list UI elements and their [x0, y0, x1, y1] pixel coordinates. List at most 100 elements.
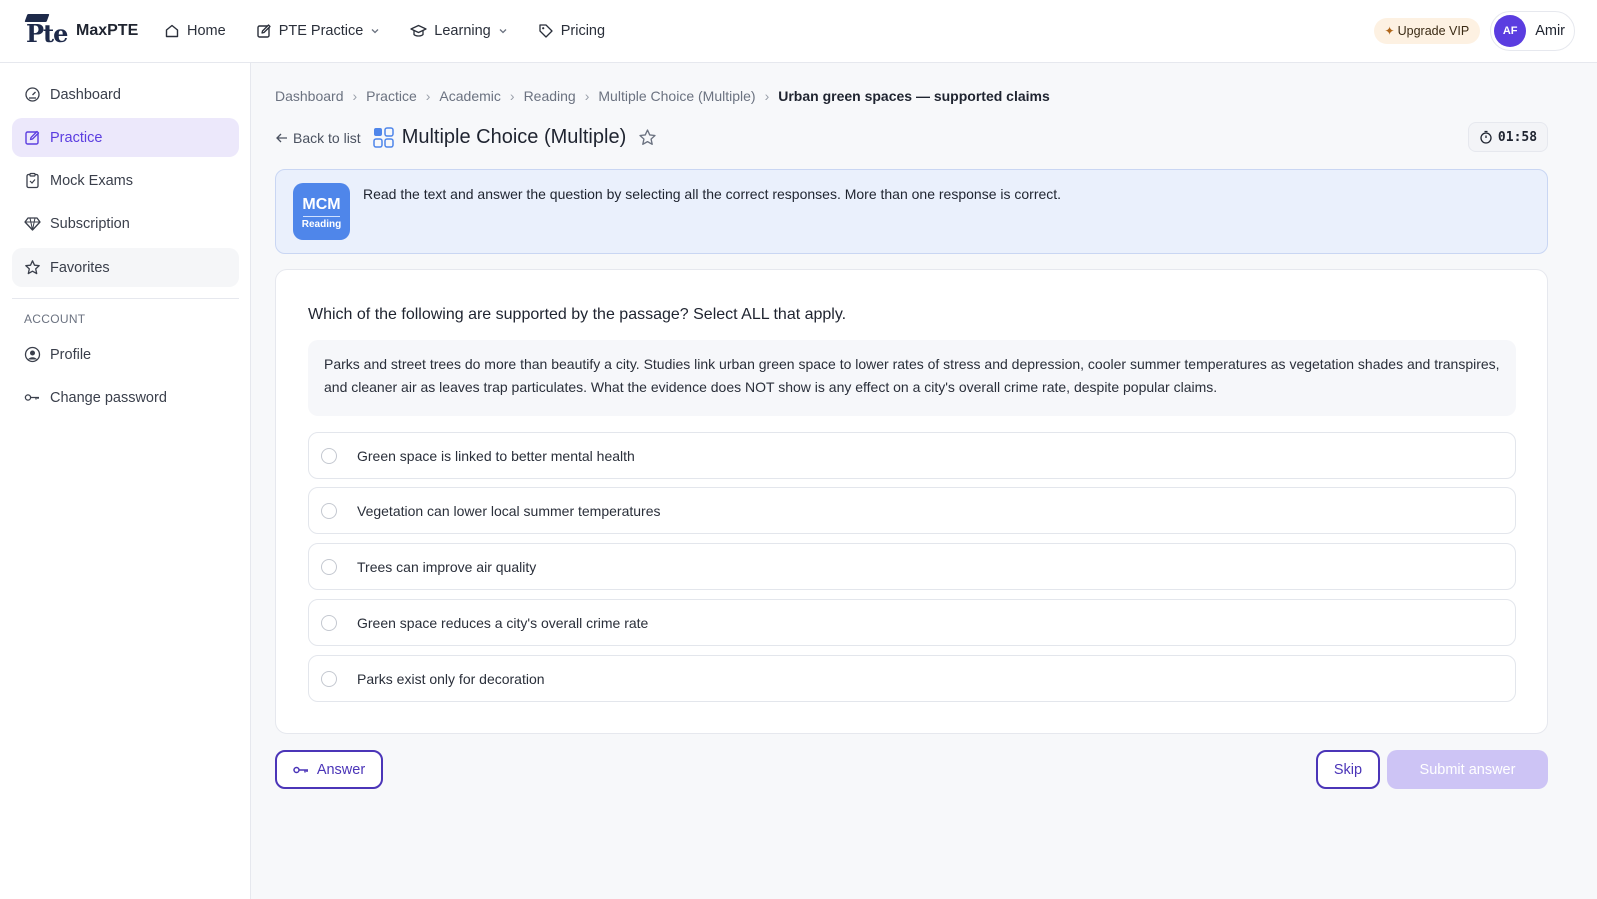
sidebar-item-subscription[interactable]: Subscription — [12, 204, 239, 243]
price-tag-icon — [539, 24, 553, 38]
option-item[interactable]: Parks exist only for decoration — [308, 655, 1516, 702]
sidebar-item-label: Favorites — [50, 259, 110, 276]
sidebar-item-dashboard[interactable]: Dashboard — [12, 75, 239, 114]
sidebar-item-mock-exams[interactable]: Mock Exams — [12, 161, 239, 200]
option-radio[interactable] — [321, 670, 337, 687]
chevron-right-icon: › — [764, 88, 770, 104]
breadcrumb-item[interactable]: Practice — [366, 88, 417, 104]
option-label: Parks exist only for decoration — [357, 670, 545, 687]
upgrade-vip-button[interactable]: ✦ Upgrade VIP — [1373, 18, 1481, 44]
sidebar: Dashboard Practice Mock Exams Subscripti… — [0, 63, 251, 899]
nav-pricing-label: Pricing — [560, 23, 606, 39]
badge-divider — [303, 216, 340, 217]
clipboard-icon — [26, 172, 39, 189]
nav-pricing[interactable]: Pricing — [538, 23, 605, 39]
dashboard-gauge-icon — [25, 87, 40, 102]
breadcrumb-item[interactable]: Academic — [439, 88, 500, 104]
option-label: Trees can improve air quality — [357, 558, 537, 575]
top-right-area: ✦ Upgrade VIP AF Amir — [1373, 11, 1575, 51]
breadcrumb-item[interactable]: Reading — [524, 88, 576, 104]
option-radio[interactable] — [321, 447, 337, 464]
sidebar-item-label: Subscription — [50, 215, 130, 232]
back-to-list-label: Back to list — [293, 129, 361, 146]
nav-learning[interactable]: Learning — [410, 23, 507, 39]
timer-value: 01:58 — [1497, 129, 1538, 145]
top-bar: Pte MaxPTE Home PTE Practice Learning Pr… — [0, 0, 1597, 63]
question-card: Which of the following are supported by … — [275, 269, 1548, 734]
key-icon — [24, 394, 39, 401]
answer-button[interactable]: Answer — [275, 750, 383, 789]
timer: 01:58 — [1468, 122, 1548, 152]
sparkle-icon: ✦ — [1384, 24, 1395, 38]
passage-text: Parks and street trees do more than beau… — [308, 340, 1516, 416]
nav-pte-practice[interactable]: PTE Practice — [256, 23, 381, 39]
user-menu[interactable]: AF Amir — [1490, 11, 1575, 51]
skip-button[interactable]: Skip — [1316, 750, 1380, 789]
logo-text: Pte — [26, 19, 68, 48]
submit-answer-button[interactable]: Submit answer — [1387, 750, 1548, 789]
option-label: Green space reduces a city's overall cri… — [357, 614, 649, 631]
chevron-right-icon: › — [509, 88, 515, 104]
option-item[interactable]: Trees can improve air quality — [308, 543, 1516, 590]
home-icon — [165, 24, 179, 38]
breadcrumb-item[interactable]: Dashboard — [275, 88, 344, 104]
graduation-cap-icon — [410, 24, 427, 37]
breadcrumb-item[interactable]: Multiple Choice (Multiple) — [598, 88, 755, 104]
back-to-list-link[interactable]: Back to list — [275, 130, 361, 146]
page-title: Multiple Choice (Multiple) — [401, 126, 627, 148]
chevron-right-icon: › — [584, 88, 590, 104]
option-radio[interactable] — [321, 558, 337, 575]
breadcrumb: Dashboard › Practice › Academic › Readin… — [275, 88, 1050, 104]
nav-home[interactable]: Home — [164, 23, 226, 39]
edit-square-icon — [25, 130, 40, 145]
option-item[interactable]: Vegetation can lower local summer temper… — [308, 487, 1516, 534]
badge-section: Reading — [301, 219, 342, 230]
favorite-star-icon[interactable] — [638, 128, 657, 147]
grid-squares-icon — [372, 127, 394, 148]
answer-button-label: Answer — [316, 761, 366, 778]
avatar: AF — [1494, 15, 1527, 47]
main-nav: Home PTE Practice Learning Pricing — [164, 23, 635, 39]
sidebar-item-label: Profile — [50, 346, 92, 363]
logo-mark: Pte — [24, 14, 70, 48]
instruction-text: Read the text and answer the question by… — [363, 186, 1062, 202]
upgrade-vip-label: Upgrade VIP — [1397, 24, 1470, 38]
nav-learning-label: Learning — [434, 23, 491, 39]
star-icon — [25, 260, 40, 275]
user-circle-icon — [24, 346, 41, 363]
sidebar-divider — [12, 298, 239, 299]
sidebar-item-practice[interactable]: Practice — [12, 118, 239, 157]
chevron-down-icon — [499, 29, 507, 34]
badge-type: MCM — [302, 196, 341, 213]
sidebar-item-label: Mock Exams — [50, 172, 133, 189]
breadcrumb-current: Urban green spaces — supported claims — [778, 88, 1050, 104]
question-type-badge: MCM Reading — [293, 183, 350, 240]
brand-name: MaxPTE — [76, 22, 139, 39]
question-prompt: Which of the following are supported by … — [308, 306, 847, 323]
title-row: Back to list Multiple Choice (Multiple) — [275, 126, 657, 149]
chevron-right-icon: › — [352, 88, 358, 104]
edit-square-icon — [256, 24, 271, 38]
option-radio[interactable] — [321, 614, 337, 631]
option-label: Green space is linked to better mental h… — [357, 447, 635, 464]
key-icon — [293, 766, 308, 773]
sidebar-item-favorites[interactable]: Favorites — [12, 248, 239, 287]
instruction-box: MCM Reading Read the text and answer the… — [275, 169, 1548, 254]
user-name: Amir — [1535, 23, 1565, 39]
arrow-left-icon — [276, 133, 287, 142]
option-item[interactable]: Green space is linked to better mental h… — [308, 432, 1516, 479]
chevron-down-icon — [371, 29, 379, 34]
logo[interactable]: Pte MaxPTE — [24, 14, 139, 48]
option-radio[interactable] — [321, 502, 337, 519]
sidebar-item-label: Practice — [50, 129, 103, 146]
nav-pte-practice-label: PTE Practice — [278, 23, 364, 39]
stopwatch-icon — [1480, 130, 1492, 144]
sidebar-section-account: ACCOUNT — [24, 312, 86, 326]
sidebar-item-label: Change password — [50, 389, 167, 406]
sidebar-item-change-password[interactable]: Change password — [12, 378, 239, 417]
chevron-right-icon: › — [425, 88, 431, 104]
nav-home-label: Home — [187, 23, 226, 39]
diamond-icon — [24, 217, 41, 231]
sidebar-item-profile[interactable]: Profile — [12, 335, 239, 374]
option-item[interactable]: Green space reduces a city's overall cri… — [308, 599, 1516, 646]
